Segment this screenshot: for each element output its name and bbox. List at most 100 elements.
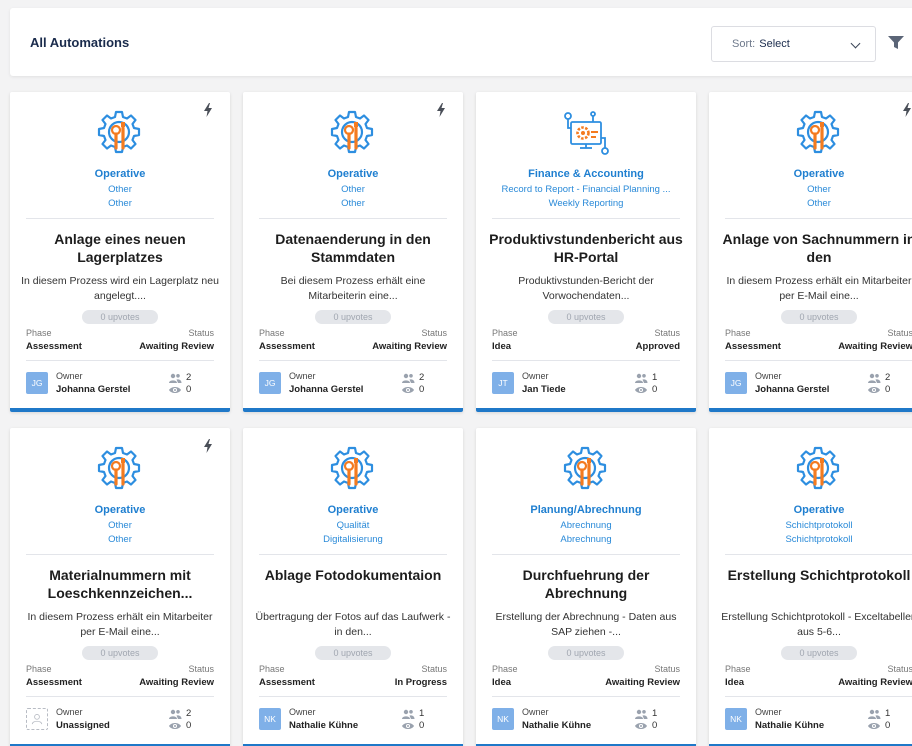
status-value: Awaiting Review — [838, 677, 912, 688]
category-label: Operative — [793, 504, 845, 516]
eye-icon — [169, 723, 181, 729]
members-count: 2 — [419, 372, 425, 383]
gear-wrench-icon — [796, 446, 840, 490]
card-title[interactable]: Anlage von Sachnummern in den — [715, 230, 912, 266]
gear-wrench-icon — [330, 446, 374, 490]
phase-value: Assessment — [26, 677, 82, 688]
upvotes-badge[interactable]: 0 upvotes — [82, 646, 158, 660]
upvotes-badge[interactable]: 0 upvotes — [781, 646, 857, 660]
sort-dropdown[interactable]: Sort: Select — [711, 26, 876, 62]
owner-name: Unassigned — [56, 720, 110, 731]
card-title[interactable]: Durchfuehrung der Abrechnung — [482, 566, 690, 602]
status-label: Status — [188, 328, 214, 338]
divider — [492, 218, 680, 219]
owner-label: Owner — [755, 371, 782, 381]
divider — [725, 360, 912, 361]
subcategory-label: Abrechnung — [560, 520, 612, 531]
user-placeholder-icon — [31, 714, 43, 725]
subcategory-detail-label: Digitalisierung — [323, 534, 383, 545]
gear-wrench-icon — [563, 446, 607, 490]
phase-value: Assessment — [725, 341, 781, 352]
divider — [725, 696, 912, 697]
views-count: 0 — [652, 720, 658, 731]
avatar: NK — [492, 708, 514, 730]
divider — [26, 218, 214, 219]
divider — [725, 554, 912, 555]
automation-card[interactable]: Planung/Abrechnung Abrechnung Abrechnung… — [476, 428, 696, 746]
status-value: Awaiting Review — [838, 341, 912, 352]
phase-label: Phase — [492, 328, 518, 338]
category-label: Finance & Accounting — [528, 168, 644, 180]
members-icon — [868, 709, 881, 719]
avatar: JG — [259, 372, 281, 394]
automation-card[interactable]: Operative Qualität Digitalisierung Ablag… — [243, 428, 463, 746]
owner-label: Owner — [755, 707, 782, 717]
avatar — [26, 708, 48, 730]
phase-label: Phase — [492, 664, 518, 674]
sort-label: Sort: — [732, 38, 756, 50]
automation-card[interactable]: Operative Other Other Datenaenderung in … — [243, 92, 463, 412]
divider — [259, 554, 447, 555]
members-count: 2 — [186, 708, 192, 719]
upvotes-badge[interactable]: 0 upvotes — [315, 310, 391, 324]
card-accent-bar — [243, 408, 463, 412]
subcategory-detail-label: Other — [341, 198, 365, 209]
card-accent-bar — [476, 408, 696, 412]
members-icon — [635, 373, 648, 383]
sort-value: Select — [759, 38, 790, 50]
status-value: Awaiting Review — [605, 677, 680, 688]
automation-card[interactable]: Operative Other Other Materialnummern mi… — [10, 428, 230, 746]
phase-value: Assessment — [26, 341, 82, 352]
filter-icon[interactable] — [888, 36, 904, 50]
owner-name: Jan Tiede — [522, 384, 566, 395]
card-accent-bar — [709, 408, 912, 412]
phase-label: Phase — [725, 664, 751, 674]
owner-label: Owner — [56, 707, 83, 717]
views-count: 0 — [652, 384, 658, 395]
phase-value: Idea — [492, 341, 512, 352]
subcategory-detail-label: Other — [108, 198, 132, 209]
views-count: 0 — [186, 720, 192, 731]
bolt-icon — [204, 439, 212, 453]
subcategory-detail-label: Other — [807, 198, 831, 209]
bolt-icon — [437, 103, 445, 117]
card-title[interactable]: Produktivstundenbericht aus HR-Portal — [482, 230, 690, 266]
upvotes-badge[interactable]: 0 upvotes — [548, 310, 624, 324]
card-title[interactable]: Datenaenderung in den Stammdaten — [249, 230, 457, 266]
status-value: In Progress — [394, 677, 447, 688]
automation-card[interactable]: Finance & Accounting Record to Report - … — [476, 92, 696, 412]
status-label: Status — [654, 664, 680, 674]
upvotes-badge[interactable]: 0 upvotes — [82, 310, 158, 324]
divider — [492, 554, 680, 555]
category-label: Planung/Abrechnung — [530, 504, 642, 516]
card-title[interactable]: Materialnummern mit Loeschkennzeichen... — [16, 566, 224, 602]
card-description: Erstellung Schichtprotokoll - Exceltabel… — [721, 611, 912, 638]
upvotes-badge[interactable]: 0 upvotes — [781, 310, 857, 324]
members-count: 1 — [652, 372, 658, 383]
subcategory-detail-label: Schichtprotokoll — [785, 534, 853, 545]
category-label: Operative — [94, 504, 146, 516]
views-count: 0 — [186, 384, 192, 395]
divider — [725, 218, 912, 219]
finance-computer-icon — [564, 111, 609, 155]
card-title[interactable]: Anlage eines neuen Lagerplatzes — [16, 230, 224, 266]
divider — [259, 696, 447, 697]
card-title[interactable]: Ablage Fotodokumentaion — [249, 566, 457, 584]
avatar: NK — [725, 708, 747, 730]
avatar: NK — [259, 708, 281, 730]
views-count: 0 — [419, 720, 425, 731]
card-description: Erstellung der Abrechnung - Daten aus SA… — [495, 611, 677, 638]
subcategory-detail-label: Other — [108, 534, 132, 545]
status-label: Status — [421, 664, 447, 674]
owner-name: Nathalie Kühne — [289, 720, 359, 731]
card-title[interactable]: Erstellung Schichtprotokoll — [715, 566, 912, 584]
upvotes-badge[interactable]: 0 upvotes — [315, 646, 391, 660]
automation-card[interactable]: Operative Other Other Anlage von Sachnum… — [709, 92, 912, 412]
automation-card[interactable]: Operative Other Other Anlage eines neuen… — [10, 92, 230, 412]
automation-card[interactable]: Operative Schichtprotokoll Schichtprotok… — [709, 428, 912, 746]
upvotes-badge[interactable]: 0 upvotes — [548, 646, 624, 660]
members-count: 1 — [652, 708, 658, 719]
members-count: 2 — [186, 372, 192, 383]
subcategory-label: Other — [108, 520, 132, 531]
status-label: Status — [887, 328, 912, 338]
